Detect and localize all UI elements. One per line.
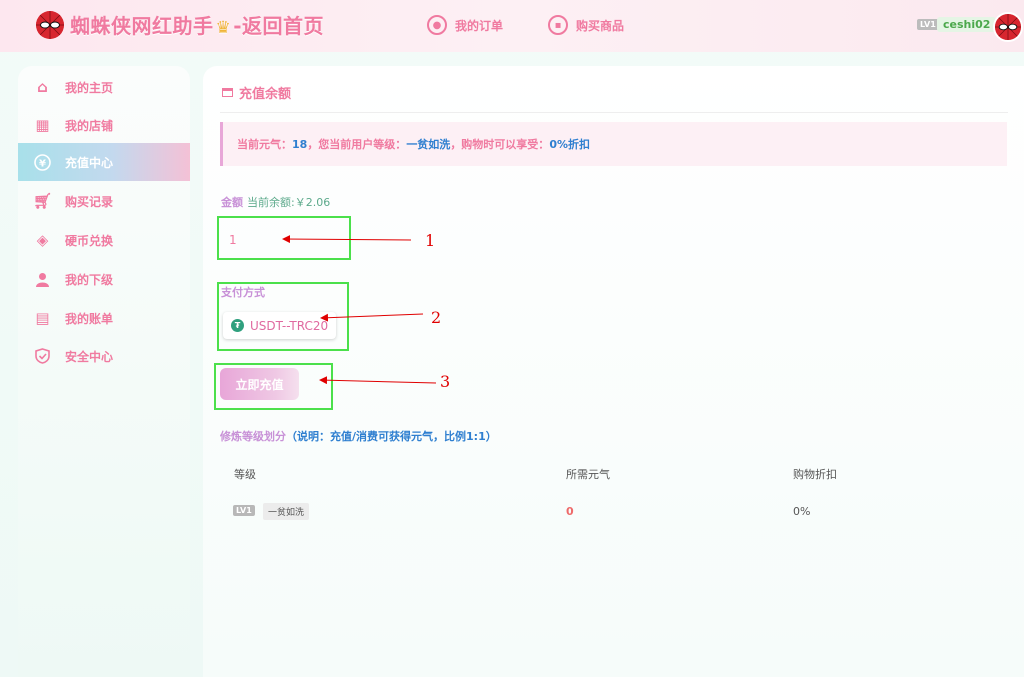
annotation-number-1: 1 [425, 231, 436, 250]
annotation-number-2: 2 [431, 308, 442, 327]
annotation-arrow-2 [320, 313, 424, 322]
annotation-number-3: 3 [440, 372, 451, 391]
annotation-arrow-1 [282, 235, 412, 244]
annotation-arrows [282, 235, 437, 385]
annotation-arrow-3 [319, 376, 437, 385]
